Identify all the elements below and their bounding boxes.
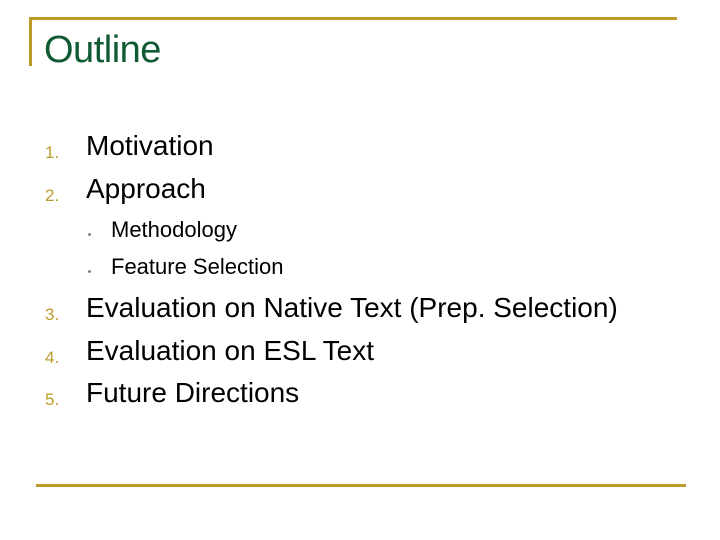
item-label: Motivation (86, 130, 214, 161)
title-left-rule (29, 17, 32, 66)
item-label: Approach (86, 173, 206, 204)
subitem-label: Feature Selection (111, 254, 284, 279)
item-number: 2. (45, 186, 60, 205)
item-number: 1. (45, 143, 60, 162)
item-label: Future Directions (86, 377, 300, 408)
item-number: 5. (45, 390, 60, 409)
title-top-rule (29, 17, 677, 20)
item-label: Evaluation on Native Text (Prep. Selecti… (86, 292, 618, 323)
item-number: 4. (45, 348, 60, 367)
bullet-icon (88, 270, 91, 273)
subitem-label: Methodology (111, 217, 237, 242)
bullet-icon (88, 233, 91, 236)
footer-rule (36, 484, 686, 487)
slide-title: Outline (44, 29, 161, 71)
item-number: 3. (45, 305, 60, 324)
item-label: Evaluation on ESL Text (86, 335, 374, 366)
